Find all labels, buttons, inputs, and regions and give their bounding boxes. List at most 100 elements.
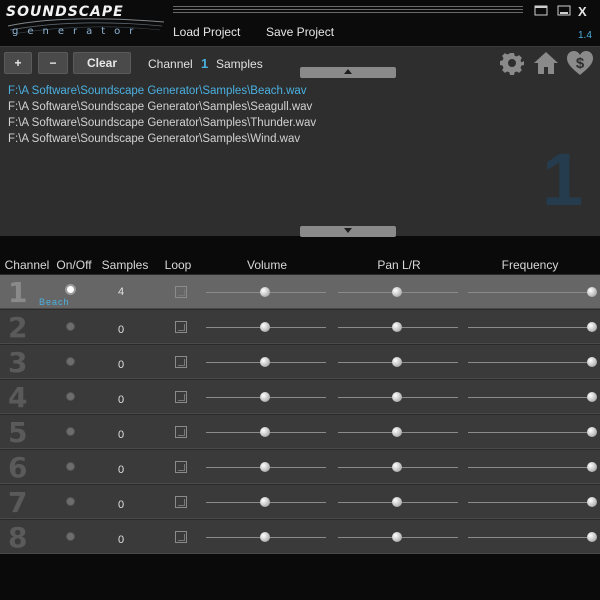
pan-slider[interactable] — [338, 355, 458, 369]
volume-slider-knob[interactable] — [260, 532, 270, 542]
minimize-icon[interactable] — [557, 4, 571, 18]
pan-slider-knob[interactable] — [392, 392, 402, 402]
frequency-slider-track — [468, 397, 592, 398]
settings-gear-icon[interactable] — [500, 51, 524, 75]
channel-row[interactable]: 30 — [0, 344, 600, 379]
channel-on-off-toggle[interactable] — [66, 462, 75, 471]
pan-slider-knob[interactable] — [392, 427, 402, 437]
scroll-down-button[interactable] — [300, 226, 396, 237]
sample-file-item[interactable]: F:\A Software\Soundscape Generator\Sampl… — [8, 99, 528, 115]
selected-channel-big-number: 1 — [542, 138, 584, 221]
pan-slider-knob[interactable] — [392, 532, 402, 542]
pan-slider-knob[interactable] — [392, 462, 402, 472]
channel-on-off-toggle[interactable] — [66, 392, 75, 401]
loop-checkbox[interactable] — [175, 461, 187, 473]
volume-slider[interactable] — [206, 320, 326, 334]
volume-slider-knob[interactable] — [260, 322, 270, 332]
home-icon[interactable] — [533, 51, 559, 75]
window-icon[interactable] — [534, 4, 548, 18]
frequency-slider-knob[interactable] — [587, 532, 597, 542]
frequency-slider[interactable] — [468, 425, 597, 439]
channel-on-off-toggle[interactable] — [66, 357, 75, 366]
add-sample-button[interactable]: + — [4, 52, 32, 74]
volume-slider-knob[interactable] — [260, 357, 270, 367]
channel-on-off-toggle[interactable] — [66, 497, 75, 506]
volume-slider[interactable] — [206, 530, 326, 544]
frequency-slider[interactable] — [468, 320, 597, 334]
loop-checkbox[interactable] — [175, 531, 187, 543]
pan-slider[interactable] — [338, 320, 458, 334]
volume-slider[interactable] — [206, 425, 326, 439]
sample-count: 0 — [117, 499, 125, 511]
loop-checkbox[interactable] — [175, 356, 187, 368]
volume-slider-knob[interactable] — [260, 427, 270, 437]
sample-file-item[interactable]: F:\A Software\Soundscape Generator\Sampl… — [8, 83, 528, 99]
volume-slider-knob[interactable] — [260, 287, 270, 297]
close-button[interactable]: X — [578, 4, 587, 19]
frequency-slider[interactable] — [468, 390, 597, 404]
frequency-slider-knob[interactable] — [587, 357, 597, 367]
load-project-button[interactable]: Load Project — [173, 25, 240, 39]
frequency-slider-knob[interactable] — [587, 287, 597, 297]
pan-slider[interactable] — [338, 390, 458, 404]
loop-checkbox[interactable] — [175, 286, 187, 298]
channel-on-off-toggle[interactable] — [65, 284, 76, 295]
volume-slider-knob[interactable] — [260, 497, 270, 507]
frequency-slider[interactable] — [468, 530, 597, 544]
version-label: 1.4 — [578, 30, 592, 41]
title-drag-lines[interactable] — [173, 6, 523, 16]
volume-slider[interactable] — [206, 285, 326, 299]
pan-slider[interactable] — [338, 285, 458, 299]
frequency-slider[interactable] — [468, 355, 597, 369]
frequency-slider[interactable] — [468, 460, 597, 474]
pan-slider-knob[interactable] — [392, 357, 402, 367]
loop-checkbox[interactable] — [175, 321, 187, 333]
frequency-slider-knob[interactable] — [587, 497, 597, 507]
save-project-button[interactable]: Save Project — [266, 25, 334, 39]
channel-on-off-toggle[interactable] — [66, 532, 75, 541]
pan-slider-knob[interactable] — [392, 322, 402, 332]
pan-slider[interactable] — [338, 495, 458, 509]
volume-slider[interactable] — [206, 495, 326, 509]
volume-slider-knob[interactable] — [260, 462, 270, 472]
header-frequency: Frequency — [501, 258, 559, 272]
frequency-slider-knob[interactable] — [587, 392, 597, 402]
frequency-slider[interactable] — [468, 285, 597, 299]
channel-row[interactable]: 70 — [0, 484, 600, 519]
channel-row[interactable]: 20 — [0, 309, 600, 344]
pan-slider[interactable] — [338, 425, 458, 439]
frequency-slider-track — [468, 432, 592, 433]
channel-row[interactable]: 1 Beach 4 — [0, 274, 600, 309]
channel-on-off-toggle[interactable] — [66, 322, 75, 331]
frequency-slider[interactable] — [468, 495, 597, 509]
volume-slider[interactable] — [206, 460, 326, 474]
loop-checkbox[interactable] — [175, 496, 187, 508]
volume-slider-knob[interactable] — [260, 392, 270, 402]
scroll-up-button[interactable] — [300, 67, 396, 78]
frequency-slider-knob[interactable] — [587, 322, 597, 332]
channel-row[interactable]: 40 — [0, 379, 600, 414]
donate-heart-dollar-icon[interactable]: $ — [566, 50, 594, 76]
channel-rows: 1 Beach 4 2 0 3 0 4 0 5 0 6 0 7 0 8 0 — [0, 274, 600, 554]
frequency-slider-knob[interactable] — [587, 462, 597, 472]
pan-slider-knob[interactable] — [392, 497, 402, 507]
frequency-slider-knob[interactable] — [587, 427, 597, 437]
clear-button[interactable]: Clear — [73, 52, 131, 74]
sample-count: 0 — [117, 534, 125, 546]
pan-slider-knob[interactable] — [392, 287, 402, 297]
channel-row[interactable]: 80 — [0, 519, 600, 554]
loop-checkbox[interactable] — [175, 391, 187, 403]
sample-file-list[interactable]: F:\A Software\Soundscape Generator\Sampl… — [8, 83, 528, 147]
pan-slider[interactable] — [338, 530, 458, 544]
channel-row[interactable]: 50 — [0, 414, 600, 449]
volume-slider[interactable] — [206, 355, 326, 369]
header-pan: Pan L/R — [377, 258, 421, 272]
remove-sample-button[interactable]: − — [38, 52, 68, 74]
sample-file-item[interactable]: F:\A Software\Soundscape Generator\Sampl… — [8, 115, 528, 131]
pan-slider[interactable] — [338, 460, 458, 474]
volume-slider[interactable] — [206, 390, 326, 404]
channel-row[interactable]: 60 — [0, 449, 600, 484]
loop-checkbox[interactable] — [175, 426, 187, 438]
channel-on-off-toggle[interactable] — [66, 427, 75, 436]
sample-file-item[interactable]: F:\A Software\Soundscape Generator\Sampl… — [8, 131, 528, 147]
